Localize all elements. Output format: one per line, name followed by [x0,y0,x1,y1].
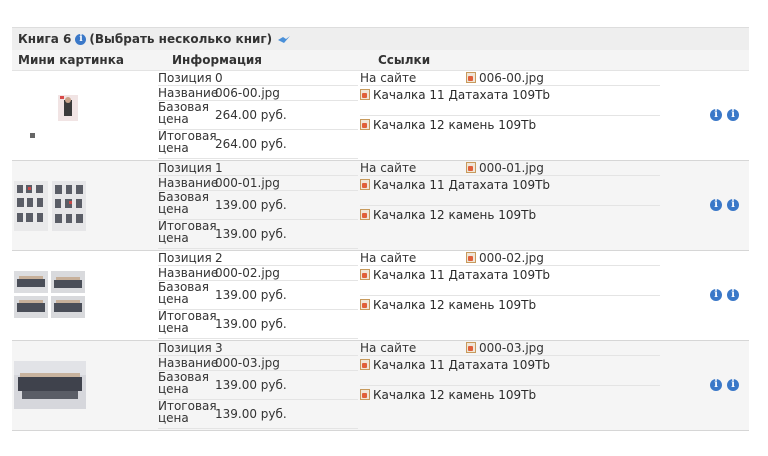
links-block: На сайте 000-02.jpg Качалка 11 Датахата 1… [360,251,660,326]
position-value: 2 [215,251,223,265]
site-file-link[interactable]: 000-03.jpg [466,341,544,355]
base-price-label: Базовая цена [158,370,209,396]
download-link-2[interactable]: Качалка 12 камень 109Tb [360,388,536,402]
name-label: Название [158,176,219,190]
base-price-label: Базовая цена [158,280,209,306]
final-price-value: 139.00 руб. [215,317,287,331]
info-icon[interactable]: i [727,289,739,301]
position-value: 1 [215,161,223,175]
final-price-label: Итоговая цена [158,399,217,425]
thumbnail-image[interactable] [14,95,94,143]
image-file-icon [360,119,370,130]
image-file-icon [360,299,370,310]
download-link-2[interactable]: Качалка 12 камень 109Tb [360,298,536,312]
download-link-1[interactable]: Качалка 11 Датахата 109Tb [360,358,550,372]
row-actions: i i [710,199,739,211]
on-site-label: На сайте [360,251,417,265]
panel-header: Книга 6 i (Выбрать несколько книг) [12,27,749,50]
info-icon[interactable]: i [75,33,87,45]
name-label: Название [158,356,219,370]
position-label: Позиция [158,251,212,265]
name-value: 000-03.jpg [215,356,280,370]
links-block: На сайте 006-00.jpg Качалка 11 Датахата 1… [360,71,660,146]
column-header-links: Ссылки [378,53,431,67]
name-value: 000-01.jpg [215,176,280,190]
image-file-icon [466,342,476,353]
image-file-icon [360,389,370,400]
name-label: Название [158,86,219,100]
position-label: Позиция [158,161,212,175]
column-headers: Мини картинка Информация Ссылки [12,50,749,71]
image-file-icon [360,359,370,370]
download-link-1[interactable]: Качалка 11 Датахата 109Tb [360,88,550,102]
info-block: Позиция 0 Название 006-00.jpg Базовая цена… [158,71,358,159]
book-page-row: Позиция 0 Название 006-00.jpg Базовая цена… [12,71,749,161]
book-page-row: Позиция 1 Название 000-01.jpg Базовая цена… [12,161,749,251]
name-label: Название [158,266,219,280]
links-block: На сайте 000-01.jpg Качалка 11 Датахата 1… [360,161,660,236]
book-page-row: Позиция 3 Название 000-03.jpg Базовая цена… [12,341,749,431]
base-price-value: 139.00 руб. [215,288,287,302]
base-price-value: 264.00 руб. [215,108,287,122]
name-value: 000-02.jpg [215,266,280,280]
position-label: Позиция [158,71,212,85]
image-file-icon [360,179,370,190]
select-multiple-books-link[interactable]: (Выбрать несколько книг) [89,32,272,46]
info-block: Позиция 2 Название 000-02.jpg Базовая цена… [158,251,358,339]
info-block: Позиция 1 Название 000-01.jpg Базовая цена… [158,161,358,249]
final-price-value: 139.00 руб. [215,407,287,421]
return-arrow-icon[interactable] [276,34,292,44]
info-block: Позиция 3 Название 000-03.jpg Базовая цена… [158,341,358,429]
base-price-label: Базовая цена [158,100,209,126]
on-site-label: На сайте [360,71,417,85]
image-file-icon [466,162,476,173]
download-link-2[interactable]: Качалка 12 камень 109Tb [360,118,536,132]
book-title: Книга 6 [18,32,72,46]
image-file-icon [360,269,370,280]
links-block: На сайте 000-03.jpg Качалка 11 Датахата 1… [360,341,660,416]
final-price-label: Итоговая цена [158,219,217,245]
image-file-icon [466,252,476,263]
position-value: 3 [215,341,223,355]
row-actions: i i [710,109,739,121]
info-icon[interactable]: i [710,289,722,301]
row-actions: i i [710,289,739,301]
site-file-link[interactable]: 000-01.jpg [466,161,544,175]
site-file-link[interactable]: 000-02.jpg [466,251,544,265]
final-price-label: Итоговая цена [158,309,217,335]
position-label: Позиция [158,341,212,355]
thumbnail-image[interactable] [14,361,94,411]
row-actions: i i [710,379,739,391]
info-icon[interactable]: i [727,199,739,211]
column-header-thumb: Мини картинка [18,53,124,67]
info-icon[interactable]: i [727,379,739,391]
thumbnail-image[interactable] [14,181,94,233]
thumbnail-image[interactable] [14,271,94,321]
info-icon[interactable]: i [710,199,722,211]
download-link-1[interactable]: Качалка 11 Датахата 109Tb [360,268,550,282]
image-file-icon [360,209,370,220]
final-price-value: 264.00 руб. [215,137,287,151]
book-page-row: Позиция 2 Название 000-02.jpg Базовая цена… [12,251,749,341]
on-site-label: На сайте [360,341,417,355]
base-price-value: 139.00 руб. [215,198,287,212]
image-file-icon [466,72,476,83]
book-panel: Книга 6 i (Выбрать несколько книг) Мини … [12,27,749,431]
position-value: 0 [215,71,223,85]
name-value: 006-00.jpg [215,86,280,100]
final-price-value: 139.00 руб. [215,227,287,241]
info-icon[interactable]: i [710,109,722,121]
download-link-1[interactable]: Качалка 11 Датахата 109Tb [360,178,550,192]
base-price-value: 139.00 руб. [215,378,287,392]
base-price-label: Базовая цена [158,190,209,216]
on-site-label: На сайте [360,161,417,175]
image-file-icon [360,89,370,100]
column-header-info: Информация [172,53,262,67]
info-icon[interactable]: i [710,379,722,391]
info-icon[interactable]: i [727,109,739,121]
download-link-2[interactable]: Качалка 12 камень 109Tb [360,208,536,222]
final-price-label: Итоговая цена [158,129,217,155]
site-file-link[interactable]: 006-00.jpg [466,71,544,85]
